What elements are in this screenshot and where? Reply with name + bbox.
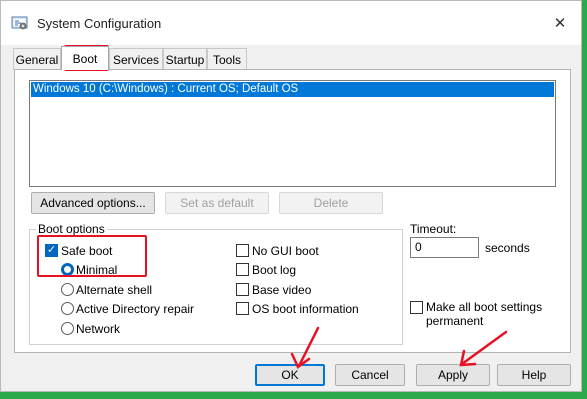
apply-arrow-icon <box>459 330 508 367</box>
ok-arrow-icon <box>290 326 320 369</box>
tab-boot[interactable]: Boot <box>61 46 109 70</box>
